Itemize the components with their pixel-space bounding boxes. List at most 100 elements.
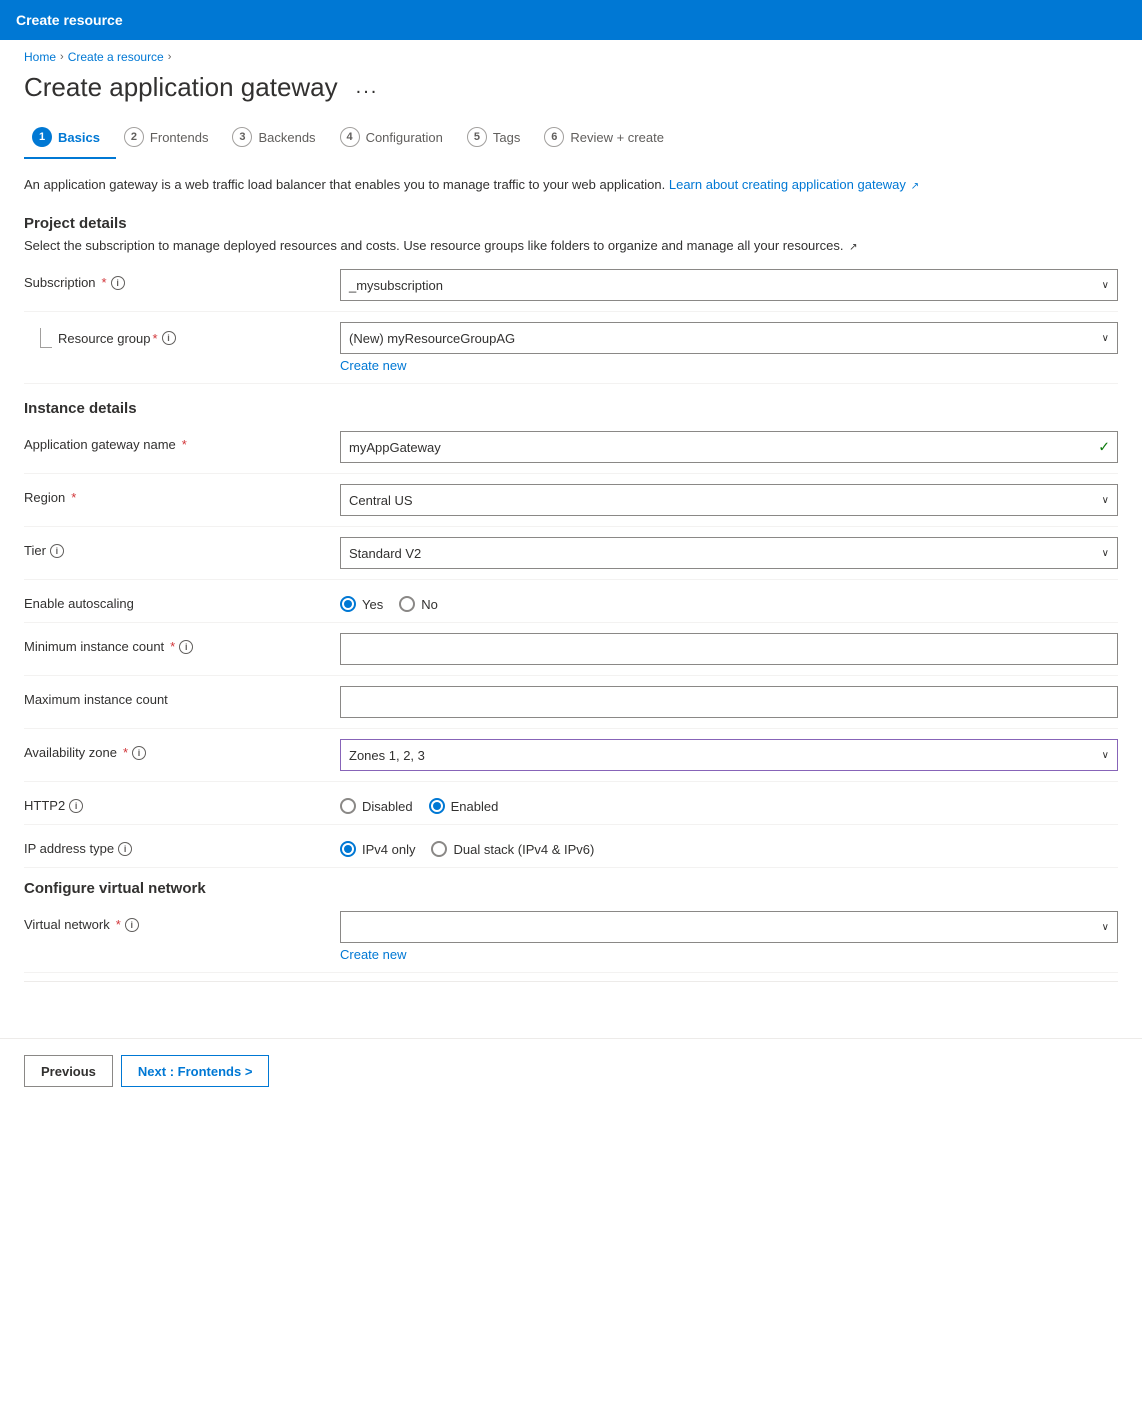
tier-info-icon[interactable]: i: [50, 544, 64, 558]
dual-stack-label: Dual stack (IPv4 & IPv6): [453, 842, 594, 857]
min-instance-count-control: 0: [340, 633, 1118, 665]
region-control: Central US ∨: [340, 484, 1118, 516]
dual-stack-radio[interactable]: [431, 841, 447, 857]
tabs-row: 1 Basics 2 Frontends 3 Backends 4 Config…: [0, 119, 1142, 159]
min-instance-required: *: [170, 639, 175, 654]
tab-configuration-circle: 4: [340, 127, 360, 147]
tab-configuration-label: Configuration: [366, 130, 443, 145]
subscription-required: *: [102, 275, 107, 290]
tab-basics-label: Basics: [58, 130, 100, 145]
min-instance-count-input[interactable]: 0: [340, 633, 1118, 665]
autoscaling-yes-radio[interactable]: [340, 596, 356, 612]
tier-chevron: ∨: [1102, 548, 1109, 559]
top-bar: Create resource: [0, 0, 1142, 40]
resource-group-info-icon[interactable]: i: [162, 331, 176, 345]
app-gateway-name-label: Application gateway name *: [24, 431, 324, 452]
dual-stack-option[interactable]: Dual stack (IPv4 & IPv6): [431, 841, 594, 857]
http2-enabled-radio[interactable]: [429, 798, 445, 814]
max-instance-count-label: Maximum instance count: [24, 686, 324, 707]
http2-label: HTTP2 i: [24, 792, 324, 813]
ext-link-icon: ↗: [908, 181, 919, 192]
availability-zone-info-icon[interactable]: i: [132, 746, 146, 760]
tab-tags[interactable]: 5 Tags: [459, 119, 536, 159]
http2-disabled-label: Disabled: [362, 799, 413, 814]
tab-basics-circle: 1: [32, 127, 52, 147]
region-group: Region * Central US ∨: [24, 474, 1118, 527]
availability-zone-label: Availability zone * i: [24, 739, 324, 760]
virtual-network-create-new[interactable]: Create new: [340, 947, 406, 962]
description-text: An application gateway is a web traffic …: [24, 175, 1118, 195]
virtual-network-control: ∨ Create new: [340, 911, 1118, 962]
app-gateway-name-input-wrap: ✓: [340, 431, 1118, 463]
breadcrumb-chevron-1: ›: [60, 51, 64, 63]
tab-basics[interactable]: 1 Basics: [24, 119, 116, 159]
resource-group-chevron: ∨: [1102, 333, 1109, 344]
region-dropdown[interactable]: Central US ∨: [340, 484, 1118, 516]
resource-group-required: *: [153, 331, 158, 346]
tab-review-label: Review + create: [570, 130, 664, 145]
tab-backends[interactable]: 3 Backends: [224, 119, 331, 159]
tab-configuration[interactable]: 4 Configuration: [332, 119, 459, 159]
availability-zone-chevron: ∨: [1102, 750, 1109, 761]
resource-group-dropdown[interactable]: (New) myResourceGroupAG ∨: [340, 322, 1118, 354]
min-instance-count-group: Minimum instance count * i 0: [24, 623, 1118, 676]
max-instance-count-control: 10: [340, 686, 1118, 718]
tab-frontends-circle: 2: [124, 127, 144, 147]
autoscaling-yes-option[interactable]: Yes: [340, 596, 383, 612]
valid-checkmark-icon: ✓: [1098, 439, 1110, 456]
http2-enabled-option[interactable]: Enabled: [429, 798, 499, 814]
resource-group-create-new[interactable]: Create new: [340, 358, 406, 373]
http2-disabled-radio[interactable]: [340, 798, 356, 814]
ellipsis-button[interactable]: ...: [350, 74, 385, 101]
breadcrumb-home[interactable]: Home: [24, 50, 56, 64]
app-gateway-name-required: *: [182, 437, 187, 452]
ipv4-only-option[interactable]: IPv4 only: [340, 841, 415, 857]
ipv4-only-label: IPv4 only: [362, 842, 415, 857]
app-gateway-name-group: Application gateway name * ✓: [24, 421, 1118, 474]
virtual-network-info-icon[interactable]: i: [125, 918, 139, 932]
subscription-info-icon[interactable]: i: [111, 276, 125, 290]
subscription-dropdown[interactable]: _mysubscription ∨: [340, 269, 1118, 301]
tab-backends-label: Backends: [258, 130, 315, 145]
autoscaling-yes-label: Yes: [362, 597, 383, 612]
availability-zone-control: Zones 1, 2, 3 ∨: [340, 739, 1118, 771]
ip-address-type-group: IP address type i IPv4 only Dual stack (…: [24, 825, 1118, 868]
autoscaling-no-option[interactable]: No: [399, 596, 438, 612]
tier-control: Standard V2 ∨: [340, 537, 1118, 569]
tier-dropdown[interactable]: Standard V2 ∨: [340, 537, 1118, 569]
project-details-title: Project details: [24, 215, 1118, 232]
project-details-description: Select the subscription to manage deploy…: [24, 236, 1118, 256]
breadcrumb-create-resource[interactable]: Create a resource: [68, 50, 164, 64]
tab-tags-circle: 5: [467, 127, 487, 147]
autoscaling-no-radio[interactable]: [399, 596, 415, 612]
tab-frontends[interactable]: 2 Frontends: [116, 119, 225, 159]
ip-address-type-control: IPv4 only Dual stack (IPv4 & IPv6): [340, 835, 1118, 857]
tab-review-create[interactable]: 6 Review + create: [536, 119, 680, 159]
subscription-control: _mysubscription ∨: [340, 269, 1118, 301]
virtual-network-dropdown[interactable]: ∨: [340, 911, 1118, 943]
http2-group: HTTP2 i Disabled Enabled: [24, 782, 1118, 825]
region-required: *: [71, 490, 76, 505]
region-chevron: ∨: [1102, 495, 1109, 506]
availability-zone-group: Availability zone * i Zones 1, 2, 3 ∨: [24, 729, 1118, 782]
min-instance-info-icon[interactable]: i: [179, 640, 193, 654]
http2-disabled-option[interactable]: Disabled: [340, 798, 413, 814]
footer-divider: [24, 981, 1118, 982]
breadcrumb: Home › Create a resource ›: [0, 40, 1142, 68]
max-instance-count-group: Maximum instance count 10: [24, 676, 1118, 729]
availability-zone-dropdown[interactable]: Zones 1, 2, 3 ∨: [340, 739, 1118, 771]
learn-more-link[interactable]: Learn about creating application gateway…: [669, 177, 919, 192]
virtual-network-group: Virtual network * i ∨ Create new: [24, 901, 1118, 973]
next-button[interactable]: Next : Frontends >: [121, 1055, 270, 1087]
page-title: Create application gateway: [24, 72, 338, 103]
http2-info-icon[interactable]: i: [69, 799, 83, 813]
ipv4-only-radio[interactable]: [340, 841, 356, 857]
max-instance-count-input[interactable]: 10: [340, 686, 1118, 718]
ip-address-type-info-icon[interactable]: i: [118, 842, 132, 856]
tab-backends-circle: 3: [232, 127, 252, 147]
http2-control: Disabled Enabled: [340, 792, 1118, 814]
app-gateway-name-input[interactable]: [340, 431, 1118, 463]
previous-button[interactable]: Previous: [24, 1055, 113, 1087]
virtual-network-label: Virtual network * i: [24, 911, 324, 932]
virtual-network-required: *: [116, 917, 121, 932]
